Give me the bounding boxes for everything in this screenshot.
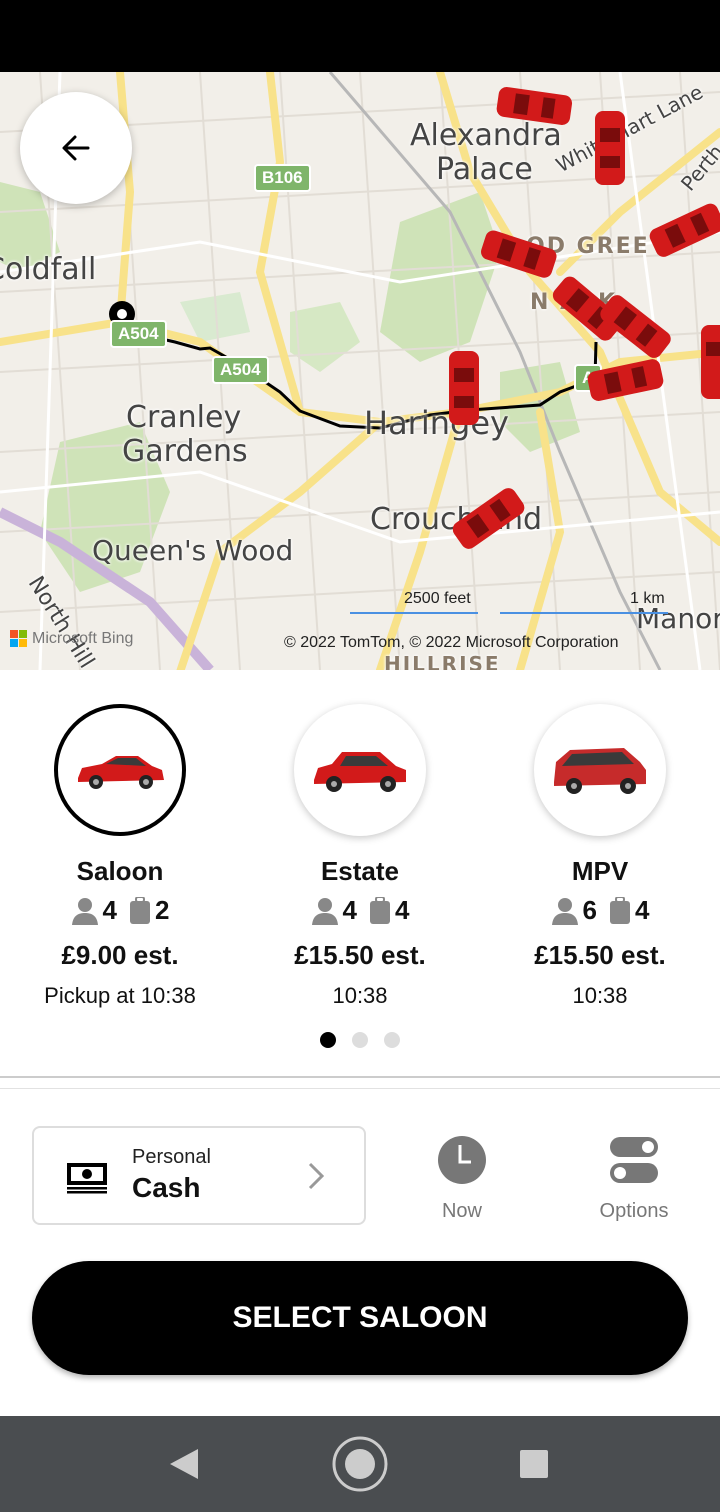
luggage-icon xyxy=(370,896,390,924)
vehicle-name: Saloon xyxy=(76,856,164,886)
microsoft-logo-icon xyxy=(10,630,28,648)
vehicle-option-estate[interactable]: Estate 4 4 £15.50 est. 10:38 xyxy=(240,704,480,1009)
passenger-icon xyxy=(551,897,578,925)
luggage-count: 2 xyxy=(155,895,170,925)
passenger-count: 4 xyxy=(342,895,357,925)
nav-home-button[interactable] xyxy=(330,1416,390,1512)
payment-type: Personal xyxy=(132,1146,211,1168)
options-label: Options xyxy=(599,1200,669,1222)
luggage-icon xyxy=(130,896,150,924)
vehicle-pickup-time: 10:38 xyxy=(572,983,628,1008)
vehicle-option-saloon[interactable]: Saloon 4 2 £9.00 est. Pickup at 10:38 xyxy=(0,704,240,1009)
scale-bar-km xyxy=(500,612,668,614)
passenger-icon xyxy=(71,897,98,925)
chevron-right-icon xyxy=(308,1162,325,1195)
section-divider xyxy=(0,1088,720,1089)
road-badge-a504: A504 xyxy=(212,356,269,384)
estate-car-icon xyxy=(314,752,406,792)
passenger-count: 6 xyxy=(582,895,597,925)
pagination-dots xyxy=(0,1032,720,1048)
payment-method: Cash xyxy=(132,1172,201,1203)
car-marker-icon xyxy=(700,324,720,405)
scale-feet: 2500 feet xyxy=(404,590,471,607)
map-copyright: © 2022 TomTom, © 2022 Microsoft Corporat… xyxy=(284,634,619,651)
nav-back-button[interactable] xyxy=(164,1416,204,1512)
nav-recents-button[interactable] xyxy=(516,1416,552,1512)
scale-km: 1 km xyxy=(630,590,665,607)
vehicle-capacity: 6 4 xyxy=(480,895,720,926)
vehicle-option-mpv[interactable]: MPV 6 4 £15.50 est. 10:38 xyxy=(480,704,720,1009)
passenger-count: 4 xyxy=(102,895,117,925)
payment-method-selector[interactable]: Personal Cash xyxy=(32,1126,366,1225)
arrow-left-icon xyxy=(62,135,90,161)
vehicle-pickup-time: 10:38 xyxy=(332,983,388,1008)
pagination-dot-active[interactable] xyxy=(320,1032,336,1048)
luggage-icon xyxy=(610,896,630,924)
vehicle-price: £9.00 est. xyxy=(61,940,179,970)
vehicle-image-circle[interactable] xyxy=(294,704,426,836)
vehicle-selector: Saloon 4 2 £9.00 est. Pickup at 10:38 Es… xyxy=(0,670,720,1070)
car-marker-icon xyxy=(448,350,480,431)
map-place-label: Haringey xyxy=(364,404,509,442)
map-place-label: Gardens xyxy=(122,434,248,469)
cash-icon xyxy=(66,1162,108,1199)
toggle-options-icon xyxy=(610,1137,658,1183)
now-label: Now xyxy=(441,1200,482,1222)
saloon-car-icon xyxy=(78,756,164,789)
vehicle-pickup-time: Pickup at 10:38 xyxy=(44,983,196,1008)
vehicle-capacity: 4 4 xyxy=(240,895,480,926)
circle-home-icon xyxy=(332,1436,388,1492)
road-badge-b106: B106 xyxy=(254,164,311,192)
section-divider xyxy=(0,1076,720,1078)
vehicle-price: £15.50 est. xyxy=(294,940,426,970)
scale-bar-feet xyxy=(350,612,478,614)
map-place-label: Cranley xyxy=(126,400,242,435)
back-button[interactable] xyxy=(20,92,132,204)
vehicle-name: Estate xyxy=(320,856,400,886)
vehicle-name: MPV xyxy=(571,856,629,886)
schedule-now-button[interactable]: Now xyxy=(402,1134,522,1223)
passenger-icon xyxy=(311,897,338,925)
triangle-back-icon xyxy=(170,1449,198,1479)
status-bar xyxy=(0,0,720,72)
luggage-count: 4 xyxy=(635,895,650,925)
logo-square xyxy=(19,639,27,647)
pagination-dot[interactable] xyxy=(352,1032,368,1048)
clock-icon xyxy=(438,1136,486,1184)
android-nav-bar xyxy=(0,1416,720,1512)
vehicle-capacity: 4 2 xyxy=(0,895,240,926)
map-place-label: HILLRISE xyxy=(384,652,501,670)
logo-square xyxy=(10,639,18,647)
bing-text: Microsoft Bing xyxy=(32,630,134,647)
vehicle-image-circle[interactable] xyxy=(534,704,666,836)
logo-square xyxy=(19,630,27,638)
bing-attribution: Microsoft Bing xyxy=(10,630,133,648)
map-place-label: Queen's Wood xyxy=(92,534,294,567)
mpv-car-icon xyxy=(554,748,646,794)
road-badge-a504: A504 xyxy=(110,320,167,348)
map-place-label: Palace xyxy=(436,152,533,187)
car-marker-icon xyxy=(594,110,626,191)
luggage-count: 4 xyxy=(395,895,410,925)
map-place-label: Coldfall xyxy=(0,252,97,287)
pagination-dot[interactable] xyxy=(384,1032,400,1048)
select-vehicle-button[interactable]: SELECT SALOON xyxy=(32,1261,688,1375)
logo-square xyxy=(10,630,18,638)
vehicle-price: £15.50 est. xyxy=(534,940,666,970)
vehicle-image-circle[interactable] xyxy=(54,704,186,836)
options-button[interactable]: Options xyxy=(574,1134,694,1223)
square-recents-icon xyxy=(520,1450,548,1478)
